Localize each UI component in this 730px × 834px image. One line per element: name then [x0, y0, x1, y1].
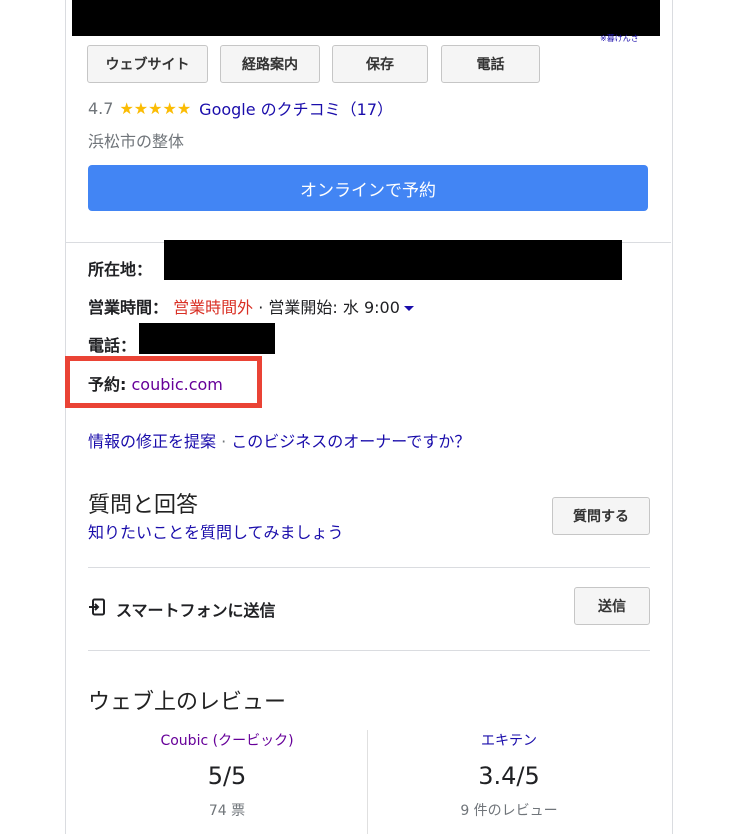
- review-score: 3.4/5: [478, 762, 540, 790]
- rating-score: 4.7: [88, 98, 114, 118]
- divider: [88, 567, 650, 568]
- column-divider: [367, 730, 368, 834]
- review-source-card: Coubic (クービック) 5/5 74 票: [92, 730, 362, 820]
- hours-next-open[interactable]: 営業開始: 水 9:00: [268, 298, 400, 317]
- review-source-link[interactable]: エキテン: [374, 730, 644, 750]
- chevron-down-icon[interactable]: [403, 306, 414, 311]
- divider: [88, 650, 650, 651]
- send-to-phone-label: スマートフォンに送信: [116, 601, 276, 620]
- hours-status: 営業時間外: [173, 298, 254, 317]
- hours-row: 営業時間： 営業時間外 · 営業開始: 水 9:00: [88, 294, 414, 318]
- phone-row: 電話：: [88, 332, 136, 356]
- review-count: 9 件のレビュー: [460, 803, 558, 819]
- review-source-card: エキテン 3.4/5 9 件のレビュー: [374, 730, 644, 820]
- book-online-button[interactable]: オンラインで予約: [88, 165, 648, 211]
- send-button[interactable]: 送信: [574, 587, 650, 625]
- call-button[interactable]: 電話: [441, 45, 540, 83]
- send-to-phone-row: スマートフォンに送信: [88, 597, 276, 621]
- send-to-phone-icon: [88, 598, 106, 620]
- redacted-title: [72, 0, 660, 36]
- reviews-link[interactable]: Google のクチコミ（17）: [199, 96, 393, 120]
- review-source-link[interactable]: Coubic (クービック): [92, 730, 362, 750]
- ask-question-link[interactable]: 知りたいことを質問してみましょう: [88, 519, 344, 543]
- qa-title: 質問と回答: [88, 493, 199, 518]
- hours-label: 営業時間：: [88, 298, 169, 317]
- suggest-separator: ·: [216, 432, 232, 451]
- suggest-row: 情報の修正を提案 · このビジネスのオーナーですか？: [88, 428, 470, 452]
- website-button[interactable]: ウェブサイト: [87, 45, 208, 83]
- owner-link[interactable]: このビジネスのオーナーですか？: [231, 432, 470, 451]
- ask-question-button[interactable]: 質問する: [552, 497, 650, 535]
- review-score: 5/5: [207, 762, 247, 790]
- rating-row: 4.7 ★★★★★ Google のクチコミ（17）: [88, 96, 393, 120]
- highlight-box: [65, 356, 262, 408]
- small-caption: ※暮けんさ: [600, 34, 639, 43]
- star-rating-icon: ★★★★★: [119, 98, 192, 118]
- directions-button[interactable]: 経路案内: [220, 45, 320, 83]
- redacted-address: [164, 240, 622, 280]
- address-row: 所在地：: [88, 256, 152, 280]
- review-count: 74 票: [208, 803, 246, 819]
- business-category: 浜松市の整体: [88, 132, 185, 151]
- redacted-phone: [139, 323, 275, 354]
- address-label: 所在地：: [88, 260, 153, 279]
- save-button[interactable]: 保存: [332, 45, 428, 83]
- web-reviews-title: ウェブ上のレビュー: [88, 690, 287, 715]
- hours-separator: ·: [253, 298, 269, 317]
- suggest-edit-link[interactable]: 情報の修正を提案: [88, 432, 216, 451]
- phone-label: 電話：: [88, 336, 137, 355]
